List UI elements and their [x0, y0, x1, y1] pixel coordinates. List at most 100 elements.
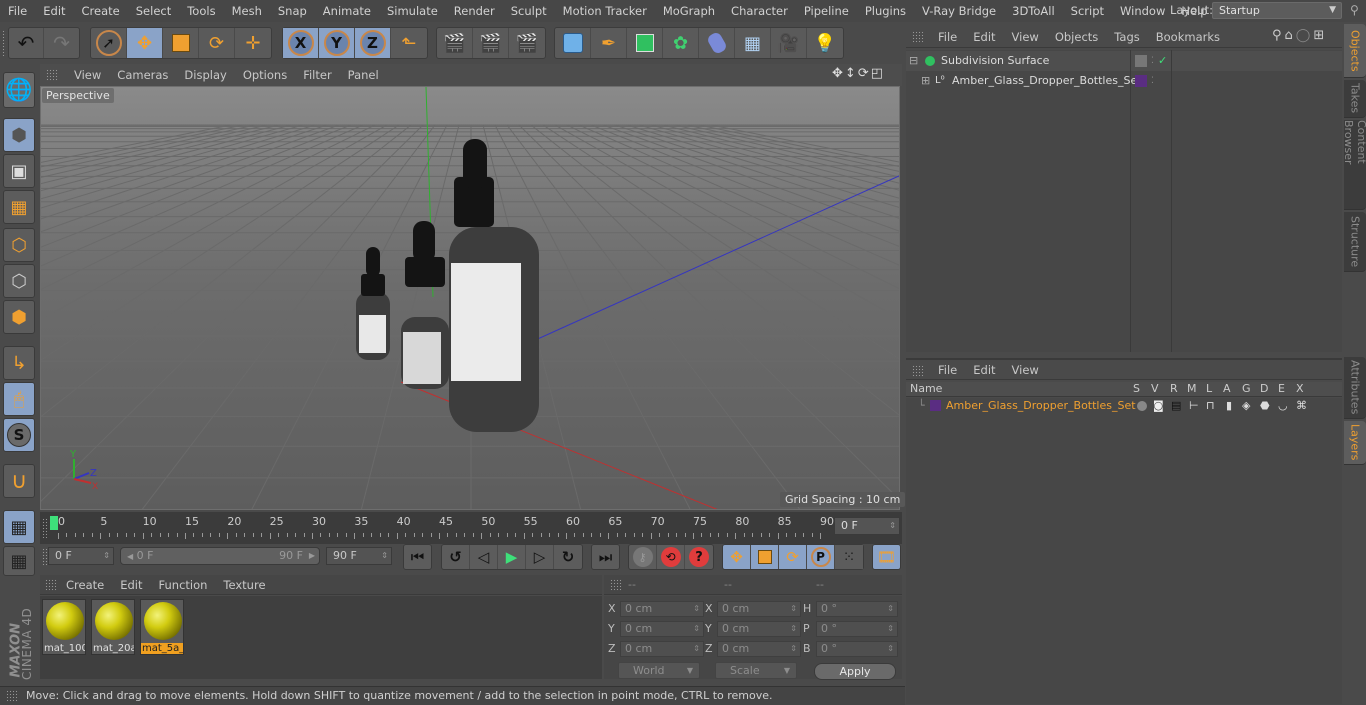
cube-button[interactable]	[555, 28, 591, 58]
object-row[interactable]: ⊞ L⁰ Amber_Glass_Dropper_Bottles_Set ⁚	[906, 71, 1342, 91]
transform-mode-dropdown[interactable]: Scale ▼	[715, 662, 797, 679]
viewport-menu-cameras[interactable]: Cameras	[109, 68, 176, 82]
om-menu-tags[interactable]: Tags	[1106, 30, 1147, 44]
om-menu-bookmarks[interactable]: Bookmarks	[1148, 30, 1228, 44]
axis-x-button[interactable]: X	[283, 28, 319, 58]
col-view[interactable]: V	[1151, 382, 1159, 395]
viewport-menu-options[interactable]: Options	[235, 68, 295, 82]
goto-end-button[interactable]: ⏭	[592, 545, 619, 569]
search-icon[interactable]: ⚲	[1272, 28, 1285, 43]
transport-grip[interactable]	[42, 548, 47, 566]
col-manager[interactable]: M	[1187, 382, 1197, 395]
key-scale-button[interactable]	[751, 545, 779, 569]
expand-icon[interactable]: ⊞	[921, 71, 930, 91]
key-param-button[interactable]: P	[807, 545, 835, 569]
xref-icon[interactable]: ⌘	[1296, 398, 1307, 414]
texture-mode-button[interactable]: ▣	[3, 154, 35, 188]
collapse-icon[interactable]: ⊟	[909, 51, 918, 71]
menu-pipeline[interactable]: Pipeline	[796, 4, 857, 18]
menu-window[interactable]: Window	[1112, 4, 1173, 18]
live-selection-button[interactable]: ➚	[91, 28, 127, 58]
manager-tree-icon[interactable]: ⊢	[1189, 398, 1199, 414]
coordinate-mode-dropdown[interactable]: World ▼	[618, 662, 700, 679]
viewport-menu-view[interactable]: View	[66, 68, 109, 82]
object-manager-grip[interactable]	[912, 31, 924, 43]
menu-vray-bridge[interactable]: V-Ray Bridge	[914, 4, 1004, 18]
pos-x-field[interactable]: 0 cm ⇕	[620, 601, 704, 617]
coordinates-grip[interactable]	[610, 579, 622, 591]
expression-cup-icon[interactable]: ◡	[1278, 398, 1288, 414]
viewport-menu-panel[interactable]: Panel	[340, 68, 387, 82]
col-expressions[interactable]: E	[1278, 382, 1285, 395]
toolbar-grip[interactable]	[2, 30, 6, 56]
tab-attributes[interactable]: Attributes	[1344, 357, 1366, 419]
current-frame-field[interactable]: 0 F ⇕	[834, 517, 900, 535]
menu-file[interactable]: File	[0, 4, 35, 18]
workplane-lock-button[interactable]: ▦	[3, 510, 35, 544]
menu-plugins[interactable]: Plugins	[857, 4, 914, 18]
next-keyframe-button[interactable]: ↻	[554, 545, 582, 569]
material-menu-texture[interactable]: Texture	[215, 578, 273, 592]
zoom-icon[interactable]: ↕	[845, 66, 858, 81]
frame-range-slider[interactable]: ◀ 0 F 90 F ▶	[120, 547, 320, 565]
camera-button[interactable]: 🎥	[771, 28, 807, 58]
keyframe-selection-button[interactable]: ?	[685, 545, 713, 569]
col-render[interactable]: R	[1170, 382, 1178, 395]
menu-snap[interactable]: Snap	[270, 4, 315, 18]
playhead[interactable]	[50, 516, 58, 530]
size-x-field[interactable]: 0 cm ⇕	[717, 601, 801, 617]
menu-simulate[interactable]: Simulate	[379, 4, 446, 18]
menu-select[interactable]: Select	[128, 4, 179, 18]
perspective-viewport[interactable]: Y Z X	[40, 86, 900, 510]
polygons-mode-button[interactable]: ⬢	[3, 300, 35, 334]
scale-button[interactable]	[163, 28, 199, 58]
key-pla-button[interactable]: ⁙	[835, 545, 863, 569]
tab-objects[interactable]: Objects	[1344, 24, 1366, 78]
menu-mesh[interactable]: Mesh	[224, 4, 270, 18]
menu-create[interactable]: Create	[74, 4, 128, 18]
material-grip[interactable]	[45, 579, 57, 591]
solo-toggle-icon[interactable]	[1137, 401, 1147, 411]
material-menu-function[interactable]: Function	[151, 578, 216, 592]
lm-menu-view[interactable]: View	[1004, 363, 1047, 377]
lm-menu-edit[interactable]: Edit	[965, 363, 1003, 377]
menu-script[interactable]: Script	[1063, 4, 1112, 18]
size-y-field[interactable]: 0 cm ⇕	[717, 621, 801, 637]
snap-button[interactable]: S	[3, 418, 35, 452]
tweak-mode-button[interactable]: 🖱	[3, 382, 35, 416]
deformer-button[interactable]	[699, 28, 735, 58]
pos-z-field[interactable]: 0 cm ⇕	[620, 641, 704, 657]
render-view-button[interactable]: 🎬	[437, 28, 473, 58]
menu-sculpt[interactable]: Sculpt	[503, 4, 555, 18]
col-name[interactable]: Name	[910, 382, 942, 395]
col-locked[interactable]: L	[1206, 382, 1212, 395]
home-icon[interactable]: ⌂	[1285, 28, 1296, 43]
rot-p-field[interactable]: 0 ° ⇕	[816, 621, 898, 637]
menu-animate[interactable]: Animate	[315, 4, 379, 18]
render-clapboard-icon[interactable]: ▤	[1171, 398, 1181, 414]
object-name[interactable]: Subdivision Surface	[941, 51, 1049, 71]
col-animation[interactable]: A	[1223, 382, 1231, 395]
make-editable-button[interactable]: 🌐	[3, 72, 35, 108]
magnet-button[interactable]: ∪	[3, 464, 35, 498]
pen-button[interactable]: ✒	[591, 28, 627, 58]
key-rotation-button[interactable]: ⟳	[779, 545, 807, 569]
tab-takes[interactable]: Takes	[1344, 80, 1366, 118]
lm-menu-file[interactable]: File	[930, 363, 965, 377]
material-menu-edit[interactable]: Edit	[112, 578, 150, 592]
viewport-menu-display[interactable]: Display	[176, 68, 234, 82]
col-generators[interactable]: G	[1242, 382, 1251, 395]
visibility-dots-icon[interactable]: ⁚	[1151, 71, 1154, 91]
maximize-view-icon[interactable]: ◰	[871, 66, 885, 81]
menu-edit[interactable]: Edit	[35, 4, 73, 18]
prev-frame-button[interactable]: ◁	[470, 545, 498, 569]
cloner-button[interactable]: ✿	[663, 28, 699, 58]
layer-color-swatch[interactable]	[930, 400, 941, 411]
rot-h-field[interactable]: 0 ° ⇕	[816, 601, 898, 617]
search-icon[interactable]: ⚲	[1350, 3, 1359, 17]
timeline-ruler[interactable]: 0 5 10 15 20 25 30 35 40 45 50 55 60 65 70 75 80 85 90	[40, 512, 902, 544]
tab-structure[interactable]: Structure	[1344, 212, 1366, 272]
subdivision-button[interactable]	[627, 28, 663, 58]
visibility-dots-icon[interactable]: ⁚	[1151, 51, 1154, 71]
menu-motion-tracker[interactable]: Motion Tracker	[555, 4, 655, 18]
